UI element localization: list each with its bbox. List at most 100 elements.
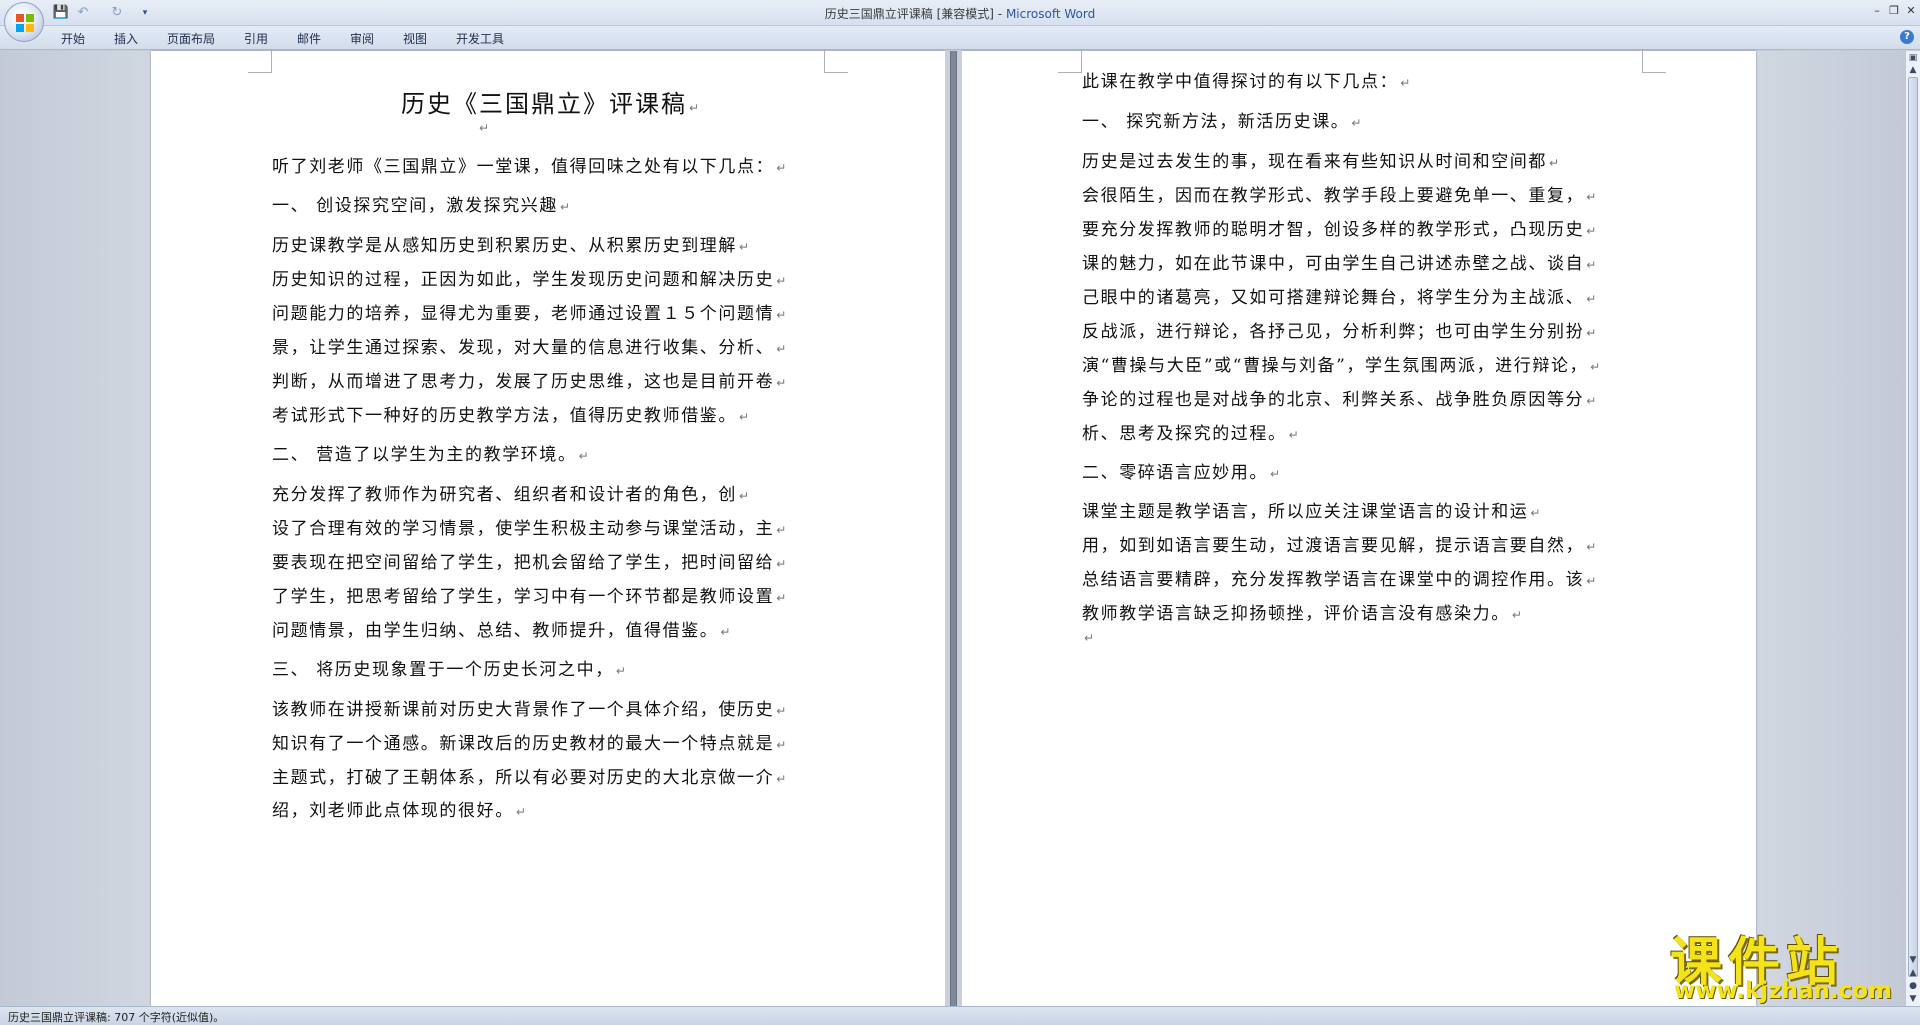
text-line[interactable]: 设了合理有效的学习情景，使学生积极主动参与课堂活动，主 ↵ xyxy=(272,514,786,539)
text-line[interactable]: 课的魅力，如在此节课中，可由学生自己讲述赤壁之战、谈自 ↵ xyxy=(1082,249,1596,274)
minimize-icon[interactable]: – xyxy=(1868,3,1886,19)
paragraph-mark-icon: ↵ xyxy=(776,557,787,571)
text-line[interactable]: 该教师在讲授新课前对历史大背景作了一个具体介绍，使历史 ↵ xyxy=(272,695,786,720)
next-page-icon[interactable]: ▼ xyxy=(1907,993,1919,1006)
text-line-content: 判断，从而增进了思考力，发展了历史思维，这也是目前开卷 xyxy=(272,372,775,392)
vertical-scrollbar[interactable]: ▣ ▲ ▼ ▲ ● ▼ xyxy=(1905,51,1920,1006)
text-line[interactable]: ↵ xyxy=(477,117,489,137)
text-line-content: 己眼中的诸葛亮，又如可搭建辩论舞台，将学生分为主战派、 xyxy=(1082,288,1585,308)
text-line[interactable]: 要表现在把空间留给了学生，把机会留给了学生，把时间留给 ↵ xyxy=(272,548,786,573)
paragraph-mark-icon: ↵ xyxy=(776,161,787,175)
text-line[interactable]: 析、思考及探究的过程。 ↵ xyxy=(1082,419,1299,444)
paragraph-mark-icon: ↵ xyxy=(776,704,787,718)
margin-corner-mark xyxy=(1642,49,1666,73)
document-page-2[interactable]: 此课在教学中值得探讨的有以下几点： ↵ 一、 探究新方法，新活历史课。 ↵ 历史是过去… xyxy=(962,49,1756,1006)
text-line[interactable]: 二、 营造了以学生为主的教学环境。 ↵ xyxy=(272,440,589,465)
restore-icon[interactable]: ❐ xyxy=(1885,3,1903,19)
text-line[interactable]: 此课在教学中值得探讨的有以下几点： ↵ xyxy=(1082,67,1410,92)
previous-page-icon[interactable]: ▲ xyxy=(1907,967,1919,980)
text-line-content: 该教师在讲授新课前对历史大背景作了一个具体介绍，使历史 xyxy=(272,700,775,720)
tab-view[interactable]: 视图 xyxy=(403,30,427,47)
margin-corner-mark xyxy=(1058,49,1082,73)
paragraph-mark-icon: ↵ xyxy=(1586,540,1597,554)
office-button[interactable] xyxy=(4,2,44,42)
text-line[interactable]: 一、 创设探究空间，激发探究兴趣 ↵ xyxy=(272,191,570,216)
text-line-content: 反战派，进行辩论，各抒己见，分析利弊；也可由学生分别扮 xyxy=(1082,322,1585,342)
office-logo-icon xyxy=(16,14,34,32)
text-line[interactable]: 考试形式下一种好的历史教学方法，值得历史教师借鉴。 ↵ xyxy=(272,401,749,426)
scroll-up-icon[interactable]: ▲ xyxy=(1907,64,1919,77)
text-line-content: 绍，刘老师此点体现的很好。 xyxy=(272,801,514,821)
text-line[interactable]: 用，如到如语言要生动，过渡语言要见解，提示语言要自然， ↵ xyxy=(1082,531,1596,556)
text-line[interactable]: 景，让学生通过探索、发现，对大量的信息进行收集、分析、 ↵ xyxy=(272,333,786,358)
paragraph-mark-icon: ↵ xyxy=(1586,292,1597,306)
text-line[interactable]: 一、 探究新方法，新活历史课。 ↵ xyxy=(1082,107,1361,132)
text-line[interactable]: 了学生，把思考留给了学生，学习中有一个环节都是教师设置 ↵ xyxy=(272,582,786,607)
text-line-content: 二、零碎语言应妙用。 xyxy=(1082,463,1268,483)
margin-corner-mark xyxy=(248,49,272,73)
paragraph-mark-icon: ↵ xyxy=(1270,467,1281,481)
paragraph-mark-icon: ↵ xyxy=(479,121,490,135)
paragraph-mark-icon: ↵ xyxy=(1549,156,1560,170)
text-line[interactable]: 课堂主题是教学语言，所以应关注课堂语言的设计和运 ↵ xyxy=(1082,497,1540,522)
text-line-content: 充分发挥了教师作为研究者、组织者和设计者的角色，创 xyxy=(272,485,737,505)
browse-object-icon[interactable]: ● xyxy=(1907,980,1919,993)
text-line-content: 了学生，把思考留给了学生，学习中有一个环节都是教师设置 xyxy=(272,587,775,607)
text-line-content: 二、 营造了以学生为主的教学环境。 xyxy=(272,445,577,465)
text-line[interactable]: 问题能力的培养，显得尤为重要，老师通过设置１５个问题情 ↵ xyxy=(272,299,786,324)
text-line[interactable]: 判断，从而增进了思考力，发展了历史思维，这也是目前开卷 ↵ xyxy=(272,367,786,392)
window-title: 历史三国鼎立评课稿 [兼容模式] - Microsoft Word xyxy=(824,7,1096,21)
text-line[interactable]: 历史是过去发生的事，现在看来有些知识从时间和空间都 ↵ xyxy=(1082,147,1559,172)
text-line-content: 历史知识的过程，正因为如此，学生发现历史问题和解决历史 xyxy=(272,270,775,290)
text-line[interactable]: 充分发挥了教师作为研究者、组织者和设计者的角色，创 ↵ xyxy=(272,480,749,505)
margin-corner-mark xyxy=(824,49,848,73)
text-line[interactable]: 总结语言要精辟，充分发挥教学语言在课堂中的调控作用。该 ↵ xyxy=(1082,565,1596,590)
text-line[interactable]: 要充分发挥教师的聪明才智，创设多样的教学形式，凸现历史 ↵ xyxy=(1082,215,1596,240)
text-line[interactable]: 知识有了一个通感。新课改后的历史教材的最大一个特点就是 ↵ xyxy=(272,729,786,754)
text-line[interactable]: 绍，刘老师此点体现的很好。 ↵ xyxy=(272,796,526,821)
tab-review[interactable]: 审阅 xyxy=(350,30,374,47)
document-page-1[interactable]: 历史《三国鼎立》评课稿 ↵ ↵ 听了刘老师《三国鼎立》一堂课，值得回味之处有以下几点… xyxy=(151,49,945,1006)
tab-page-layout[interactable]: 页面布局 xyxy=(167,30,215,47)
tab-developer[interactable]: 开发工具 xyxy=(456,30,504,47)
paragraph-mark-icon: ↵ xyxy=(1288,428,1299,442)
text-line[interactable]: 争论的过程也是对战争的北京、利弊关系、战争胜负原因等分 ↵ xyxy=(1082,385,1596,410)
text-line-content: 教师教学语言缺乏抑扬顿挫，评价语言没有感染力。 xyxy=(1082,604,1510,624)
text-line[interactable]: 会很陌生，因而在教学形式、教学手段上要避免单一、重复， ↵ xyxy=(1082,181,1596,206)
paragraph-mark-icon: ↵ xyxy=(739,489,750,503)
tab-mailings[interactable]: 邮件 xyxy=(297,30,321,47)
paragraph-mark-icon: ↵ xyxy=(776,342,787,356)
text-line-content: 历史是过去发生的事，现在看来有些知识从时间和空间都 xyxy=(1082,152,1547,172)
tab-insert[interactable]: 插入 xyxy=(114,30,138,47)
text-line[interactable]: 历史知识的过程，正因为如此，学生发现历史问题和解决历史 ↵ xyxy=(272,265,786,290)
text-line-content: 听了刘老师《三国鼎立》一堂课，值得回味之处有以下几点： xyxy=(272,157,775,177)
text-line[interactable]: 己眼中的诸葛亮，又如可搭建辩论舞台，将学生分为主战派、 ↵ xyxy=(1082,283,1596,308)
text-line[interactable]: 反战派，进行辩论，各抒己见，分析利弊；也可由学生分别扮 ↵ xyxy=(1082,317,1596,342)
text-line[interactable]: 主题式，打破了王朝体系，所以有必要对历史的大北京做一介 ↵ xyxy=(272,763,786,788)
text-line-content: 一、 探究新方法，新活历史课。 xyxy=(1082,112,1350,132)
text-line[interactable]: 教师教学语言缺乏抑扬顿挫，评价语言没有感染力。 ↵ xyxy=(1082,599,1522,624)
text-line[interactable]: 听了刘老师《三国鼎立》一堂课，值得回味之处有以下几点： ↵ xyxy=(272,152,786,177)
split-divider[interactable] xyxy=(950,51,957,1006)
text-line[interactable]: ↵ xyxy=(1082,627,1094,647)
status-bar: 历史三国鼎立评课稿: 707 个字符(近似值)。 xyxy=(0,1006,1920,1025)
text-line[interactable]: 问题情景，由学生归纳、总结、教师提升，值得借鉴。 ↵ xyxy=(272,616,730,641)
paragraph-mark-icon: ↵ xyxy=(1400,76,1411,90)
scroll-down-icon[interactable]: ▼ xyxy=(1907,954,1919,967)
tab-references[interactable]: 引用 xyxy=(244,30,268,47)
text-line[interactable]: 演“曹操与大臣”或“曹操与刘备”，学生氛围两派，进行辩论， ↵ xyxy=(1082,351,1600,376)
watermark-url: www.kjzhan.com xyxy=(1674,978,1892,1004)
tab-home[interactable]: 开始 xyxy=(61,30,85,47)
paragraph-mark-icon: ↵ xyxy=(776,738,787,752)
text-line[interactable]: 三、 将历史现象置于一个历史长河之中， ↵ xyxy=(272,655,626,680)
help-icon[interactable]: ? xyxy=(1900,30,1914,44)
text-line-content: 三、 将历史现象置于一个历史长河之中， xyxy=(272,660,614,680)
title-bar: 💾 ↶ ↻ ▾ 历史三国鼎立评课稿 [兼容模式] - Microsoft Wor… xyxy=(0,0,1920,26)
close-icon[interactable]: ✕ xyxy=(1902,3,1920,19)
text-line[interactable]: 二、零碎语言应妙用。 ↵ xyxy=(1082,458,1280,483)
text-line-content: 一、 创设探究空间，激发探究兴趣 xyxy=(272,196,559,216)
text-line-content: 要充分发挥教师的聪明才智，创设多样的教学形式，凸现历史 xyxy=(1082,220,1585,240)
text-line[interactable]: 历史课教学是从感知历史到积累历史、从积累历史到理解 ↵ xyxy=(272,231,749,256)
scroll-thumb[interactable] xyxy=(1908,77,1918,977)
paragraph-mark-icon: ↵ xyxy=(515,805,526,819)
